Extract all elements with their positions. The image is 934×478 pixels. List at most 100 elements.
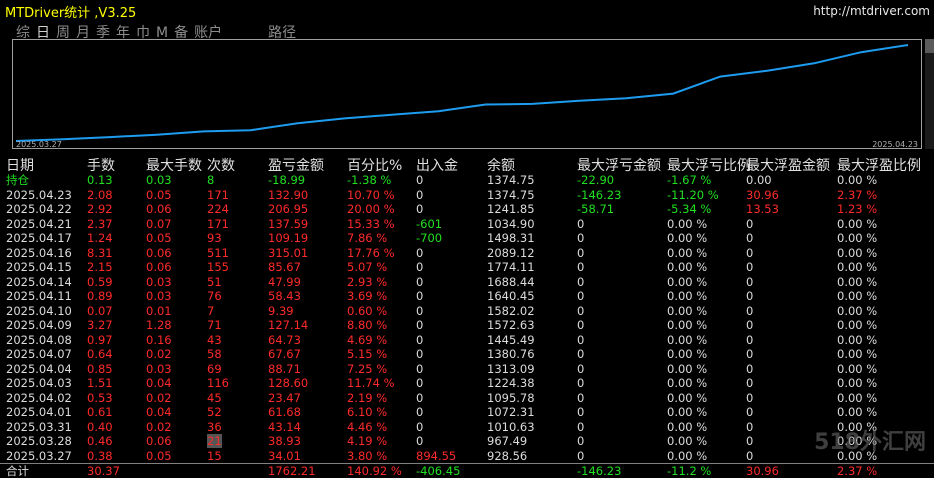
cell-最大浮盈金额: 0 <box>746 405 754 419</box>
cell-日期: 2025.04.09 <box>6 318 72 332</box>
cell-最大浮亏金额: 0 <box>577 390 585 405</box>
balance-chart: 2025.03.27 2025.04.23 <box>12 39 922 149</box>
cell-余额: 928.56 <box>487 448 528 463</box>
cell-手数: 0.40 <box>87 419 113 434</box>
cell-次数: 次数 <box>207 158 235 174</box>
site-url-link[interactable]: http://mtdriver.com <box>813 4 930 18</box>
cell-最大浮亏金额: 0 <box>577 216 585 231</box>
cell-出入金: 0 <box>416 303 424 318</box>
chart-end-date: 2025.04.23 <box>872 140 918 149</box>
cell-百分比%: 0.60 % <box>347 303 388 318</box>
cell-盈亏金额: 47.99 <box>268 274 301 289</box>
cell-最大手数: 0.06 <box>146 260 172 274</box>
cell-出入金: -601 <box>416 216 443 231</box>
cell-最大浮亏金额: 最大浮亏金额 <box>577 158 661 174</box>
cell-最大手数: 0.06 <box>146 434 172 448</box>
cell-百分比%: 4.46 % <box>347 419 388 434</box>
cell-余额: 1374.75 <box>487 187 535 202</box>
cell-最大浮亏金额: 0 <box>577 361 585 376</box>
cell-盈亏金额: 43.14 <box>268 419 301 434</box>
cell-百分比%: 5.15 % <box>347 347 388 361</box>
cell-最大浮亏比例: 0.00 % <box>667 260 708 274</box>
cell-手数: 2.92 <box>87 202 113 216</box>
cell-最大浮盈金额: 0.00 <box>746 173 772 187</box>
cell-最大浮盈比例: 0.00 % <box>837 361 878 376</box>
cell-最大浮亏比例: 0.00 % <box>667 245 708 260</box>
cell-最大浮亏比例: 0.00 % <box>667 448 708 463</box>
cell-次数: 224 <box>207 202 229 216</box>
cell-百分比%: 3.80 % <box>347 448 388 463</box>
cell-盈亏金额: 34.01 <box>268 448 301 463</box>
cell-最大浮盈金额: 13.53 <box>746 202 779 216</box>
table-header: 日期 手数 最大手数 次数 盈亏金额 百分比% 出入金 余额 最大浮亏金额 最大浮亏比例 最大浮盈金… <box>0 154 934 174</box>
cell-次数: 71 <box>207 318 222 332</box>
cell-日期: 2025.04.02 <box>6 390 72 405</box>
cell-最大浮亏金额: -146.23 <box>577 187 622 202</box>
cell-次数: 21 <box>207 434 222 448</box>
scrollbar-thumb[interactable] <box>925 39 934 53</box>
cell-余额: 1572.63 <box>487 318 535 332</box>
cell-最大浮盈金额: 0 <box>746 231 754 245</box>
cell-最大浮盈金额: 0 <box>746 318 754 332</box>
cell-最大手数: 0.07 <box>146 216 172 231</box>
table-row: 2025.04.21 2.37 0.07 171 137.59 15.33 % -601 10… <box>0 217 934 232</box>
cell-余额: 1640.45 <box>487 289 535 303</box>
cell-日期: 2025.04.22 <box>6 202 72 216</box>
app-title: MTDriver统计 ,V3.25 <box>5 6 137 21</box>
cell-最大浮亏金额: 0 <box>577 245 585 260</box>
cell-最大浮盈金额: 0 <box>746 216 754 231</box>
cell-最大浮盈金额: 0 <box>746 361 754 376</box>
cell-最大手数: 最大手数 <box>146 158 202 174</box>
cell-最大手数: 0.02 <box>146 390 172 405</box>
cell-最大浮盈比例: 0.00 % <box>837 260 878 274</box>
cell-百分比%: 4.69 % <box>347 332 388 347</box>
cell-出入金: 0 <box>416 202 424 216</box>
cell-最大浮亏金额: -22.90 <box>577 173 615 187</box>
chart-frame <box>12 39 922 149</box>
cell-百分比%: 140.92 % <box>347 464 402 478</box>
cell-盈亏金额: 盈亏金额 <box>268 158 324 174</box>
cell-余额: 1034.90 <box>487 216 535 231</box>
cell-盈亏金额: 127.14 <box>268 318 309 332</box>
cell-最大手数: 0.16 <box>146 332 172 347</box>
cell-日期: 持仓 <box>6 173 29 187</box>
cell-日期: 2025.04.11 <box>6 289 72 303</box>
cell-出入金: 0 <box>416 318 424 332</box>
cell-次数: 116 <box>207 376 229 390</box>
cell-盈亏金额: 9.39 <box>268 303 294 318</box>
cell-最大浮亏金额: -146.23 <box>577 464 622 478</box>
holding-row: 持仓 0.13 0.03 8 -18.99 -1.38 % 0 1374.75 -22.90 -1… <box>0 173 934 188</box>
cell-日期: 2025.04.04 <box>6 361 72 376</box>
cell-最大浮亏金额: 0 <box>577 405 585 419</box>
cell-手数: 3.27 <box>87 318 113 332</box>
cell-最大手数: 0.05 <box>146 231 172 245</box>
cell-手数: 0.07 <box>87 303 113 318</box>
cell-余额: 1774.11 <box>487 260 535 274</box>
balance-curve <box>15 44 909 142</box>
cell-最大浮亏比例: 0.00 % <box>667 390 708 405</box>
cell-日期: 2025.04.21 <box>6 216 72 231</box>
cell-最大浮亏比例: -1.67 % <box>667 173 712 187</box>
cell-手数: 0.85 <box>87 361 113 376</box>
cell-最大浮亏比例: 最大浮亏比例 <box>667 158 751 174</box>
cell-余额: 1445.49 <box>487 332 535 347</box>
table-row: 2025.04.02 0.53 0.02 45 23.47 2.19 % 0 1095.78 0… <box>0 391 934 406</box>
chart-scrollbar[interactable] <box>925 39 934 149</box>
cell-最大浮亏金额: 0 <box>577 231 585 245</box>
cell-最大浮盈金额: 0 <box>746 376 754 390</box>
cell-盈亏金额: 88.71 <box>268 361 301 376</box>
cell-出入金: 0 <box>416 173 424 187</box>
cell-出入金: 0 <box>416 361 424 376</box>
cell-日期: 2025.04.10 <box>6 303 72 318</box>
cell-最大手数: 0.03 <box>146 274 172 289</box>
cell-最大浮盈比例: 0.00 % <box>837 289 878 303</box>
cell-最大手数: 0.06 <box>146 245 172 260</box>
cell-最大浮亏比例: 0.00 % <box>667 274 708 289</box>
cell-最大手数: 0.04 <box>146 376 172 390</box>
cell-最大浮亏金额: -58.71 <box>577 202 615 216</box>
table-row: 2025.04.23 2.08 0.05 171 132.90 10.70 % 0 1374.… <box>0 188 934 203</box>
cell-最大浮盈金额: 最大浮盈金额 <box>746 158 830 174</box>
table-row: 2025.04.10 0.07 0.01 7 9.39 0.60 % 0 1582.02 0 0.… <box>0 304 934 319</box>
table-row: 2025.03.31 0.40 0.02 36 43.14 4.46 % 0 1010.63 0… <box>0 420 934 435</box>
cell-盈亏金额: 61.68 <box>268 405 301 419</box>
